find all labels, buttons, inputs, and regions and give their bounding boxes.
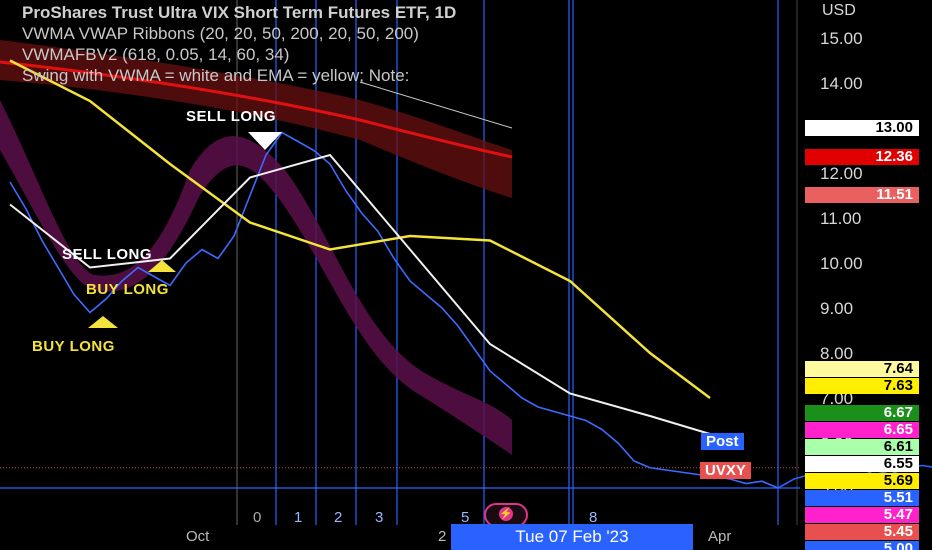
chart-stage: ProShares Trust Ultra VIX Short Term Fut… — [0, 0, 932, 550]
indicator-legend: ProShares Trust Ultra VIX Short Term Fut… — [22, 2, 797, 86]
price-axis-tick: 12.00 — [820, 164, 863, 183]
x-tick-apr: Apr — [708, 528, 732, 545]
legend-swing[interactable]: Swing with VWMA = white and EMA = yellow… — [22, 65, 797, 86]
session-number: 2 — [334, 509, 343, 526]
session-number: 3 — [375, 509, 384, 526]
sell-long-signal-2: SELL LONG — [62, 246, 153, 263]
sell-long-signal: SELL LONG — [186, 108, 277, 125]
legend-ribbons[interactable]: VWMA VWAP Ribbons (20, 20, 50, 200, 20, … — [22, 23, 797, 44]
legend-vwmafb[interactable]: VWMAFBV2 (618, 0.05, 14, 60, 34) — [22, 44, 797, 65]
price-axis-tick: 10.00 — [820, 254, 863, 273]
price-level-label: 5.00 — [805, 540, 919, 550]
price-level-label: 5.45 — [805, 523, 919, 540]
buy-long-signal: BUY LONG — [86, 281, 169, 298]
price-level-label: 7.64 — [805, 361, 919, 378]
symbol-tag: UVXY — [700, 462, 751, 479]
price-level-label: 11.51 — [805, 187, 919, 204]
price-level-label: 6.65 — [805, 421, 919, 438]
x-tick-2: 2 — [438, 528, 447, 545]
price-level-label: 5.51 — [805, 489, 919, 506]
price-axis-tick: 11.00 — [820, 209, 862, 228]
price-axis-tick: 9.00 — [820, 299, 854, 318]
price-axis-tick: 14.00 — [820, 74, 863, 93]
price-level-label: 6.61 — [805, 438, 919, 455]
price-level-label: 13.00 — [805, 120, 919, 136]
session-number: 0 — [253, 509, 262, 526]
post-market-tag: Post — [701, 433, 744, 450]
series-line-price — [9, 131, 779, 489]
currency-label[interactable]: USD — [822, 2, 856, 20]
x-tick-oct: Oct — [186, 528, 210, 545]
crosshair-date-label[interactable]: Tue 07 Feb '23 — [451, 524, 693, 550]
price-level-label: 6.55 — [805, 455, 919, 472]
price-level-label: 7.63 — [805, 378, 919, 395]
price-level-label: 5.69 — [805, 472, 919, 489]
buy-triangle-icon — [88, 316, 118, 328]
price-level-label: 6.67 — [805, 404, 919, 421]
price-level-label: 12.36 — [805, 148, 919, 165]
price-level-label: 5.47 — [805, 506, 919, 523]
session-number: 1 — [294, 509, 303, 526]
price-axis-tick: 15.00 — [820, 29, 863, 48]
legend-title[interactable]: ProShares Trust Ultra VIX Short Term Fut… — [22, 2, 797, 23]
buy-long-signal-2: BUY LONG — [32, 338, 115, 355]
